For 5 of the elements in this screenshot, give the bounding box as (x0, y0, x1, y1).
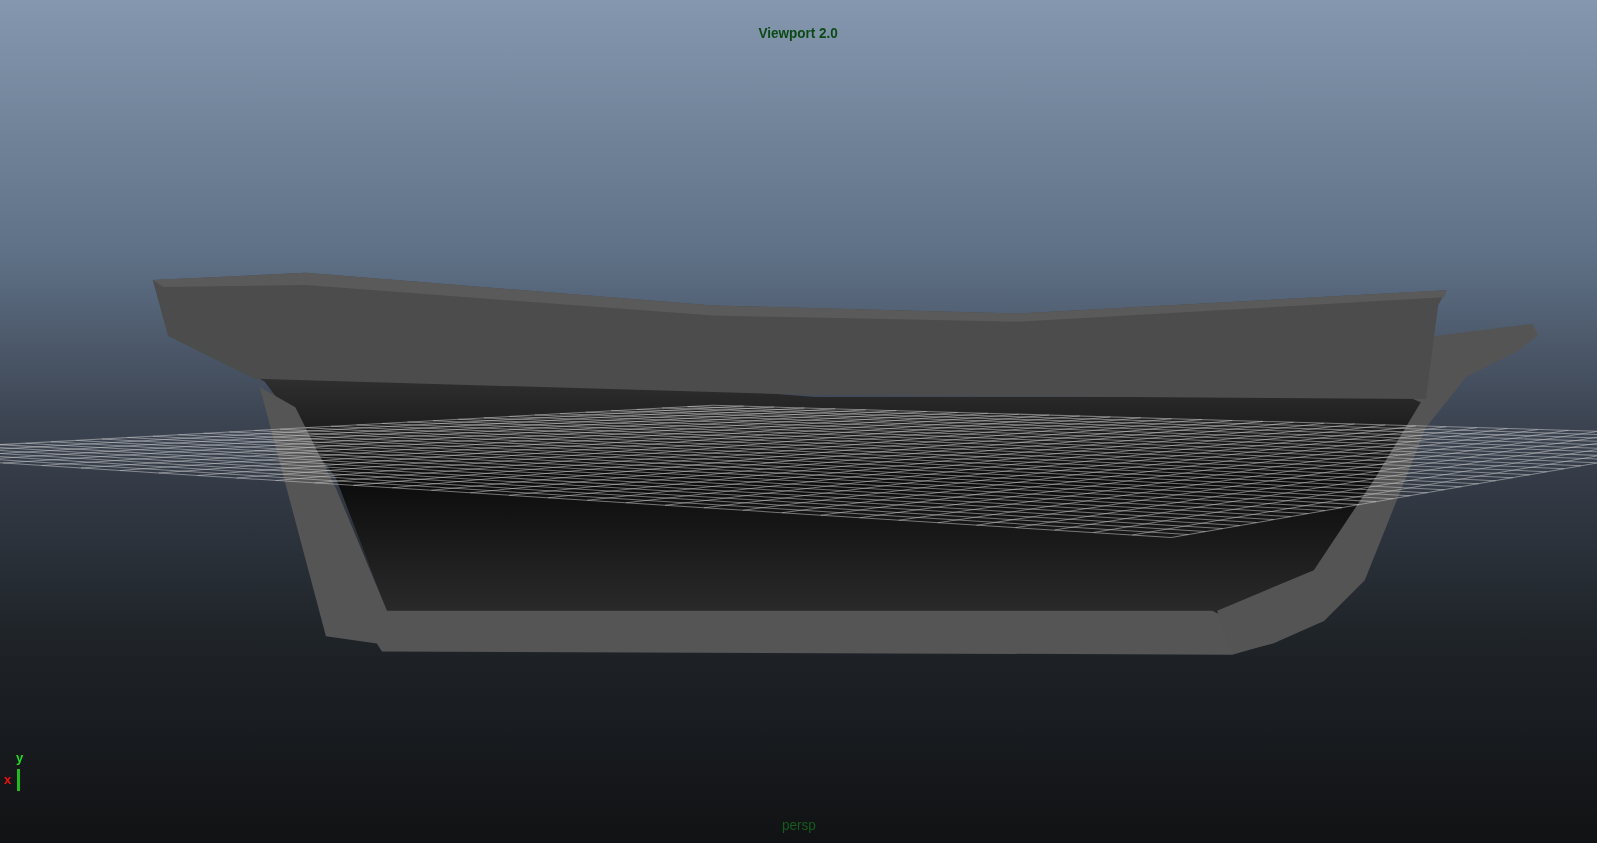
viewport-title: Viewport 2.0 (758, 24, 839, 41)
camera-name: persp (781, 816, 816, 833)
axis-line-icon (17, 769, 20, 791)
axis-label: x (4, 773, 12, 787)
axis-label: y (16, 751, 24, 765)
